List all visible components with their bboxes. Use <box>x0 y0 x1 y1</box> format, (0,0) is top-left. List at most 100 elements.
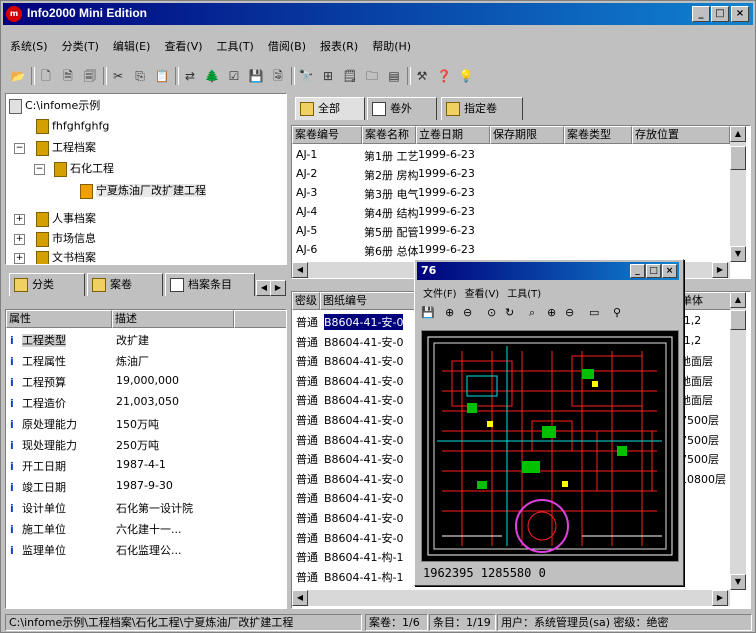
tab-specified-volume[interactable]: 指定卷 <box>441 97 523 120</box>
volume-cell[interactable]: 第4册 结构 <box>364 205 419 221</box>
drawing-cell[interactable]: 7500层 <box>680 451 719 467</box>
drawing-cell[interactable]: 地面层 <box>680 373 713 389</box>
column-header-retention[interactable]: 保存期限 <box>490 126 564 144</box>
drawing-cell[interactable]: 普通 <box>296 353 318 369</box>
volume-cell[interactable]: 1999-6-23 <box>418 205 475 218</box>
scroll-thumb[interactable] <box>730 146 746 170</box>
attribute-name[interactable]: i 监理单位 <box>10 542 66 558</box>
volume-cell[interactable]: 1999-6-23 <box>418 186 475 199</box>
column-header-location[interactable]: 存放位置 <box>632 126 730 144</box>
tree-item-ningxia[interactable]: 宁夏炼油厂改扩建工程 <box>80 182 206 199</box>
drawing-cell[interactable]: B8604-41-安-0 <box>324 451 403 467</box>
folder-icon[interactable]: 🗀 <box>363 67 381 85</box>
tree-root[interactable]: C:\infome示例 <box>9 97 100 114</box>
attribute-value[interactable]: 250万吨 <box>116 437 276 453</box>
print-preview-icon[interactable]: 🗟 <box>269 67 287 85</box>
volume-cell[interactable]: AJ-5 <box>296 224 317 237</box>
column-header-security[interactable]: 密级 <box>292 292 320 310</box>
attribute-name[interactable]: i 设计单位 <box>10 500 66 516</box>
attribute-value[interactable]: 1987-9-30 <box>116 479 276 492</box>
scroll-up-button[interactable]: ▲ <box>730 292 746 308</box>
attribute-name[interactable]: i 施工单位 <box>10 521 66 537</box>
tab-all[interactable]: 全部 <box>295 97 365 120</box>
viewer-close-button[interactable]: × <box>662 264 677 278</box>
drawing-cell[interactable]: 地面层 <box>680 353 713 369</box>
drawing-cell[interactable]: 地面层 <box>680 392 713 408</box>
menu-tools[interactable]: 工具(T) <box>210 36 261 56</box>
expand-toggle[interactable]: + <box>14 253 25 264</box>
column-header-attr[interactable]: 属性 <box>6 310 112 328</box>
viewer-menu-view[interactable]: 查看(V) <box>461 284 504 301</box>
scroll-left-button[interactable]: ◀ <box>292 262 308 278</box>
attribute-name[interactable]: i 开工日期 <box>10 458 66 474</box>
drawing-cell[interactable]: B8604-41-构-1 <box>324 569 403 585</box>
title-bar[interactable]: m Info2000 Mini Edition _ □ × <box>3 3 753 25</box>
tab-outside-volume[interactable]: 卷外 <box>367 97 437 120</box>
drawing-cell[interactable]: B8604-41-安-0 <box>324 392 403 408</box>
volume-cell[interactable]: 第6册 总体 <box>364 243 419 259</box>
tab-category[interactable]: 分类 <box>9 273 85 296</box>
drawing-cell[interactable]: B8604-41-安-0 <box>324 334 403 350</box>
scroll-down-button[interactable]: ▼ <box>730 246 746 262</box>
properties-icon[interactable]: 🗒 <box>341 67 359 85</box>
menu-report[interactable]: 报表(R) <box>313 36 365 56</box>
drawing-viewer-window[interactable]: 76 _ □ × 文件(F) 查看(V) 工具(T) 💾 ⊕ ⊖ ⊙ ↻ ⌕ ⊕ ⊖ ▭… <box>414 259 684 586</box>
attribute-value[interactable]: 21,003,050 <box>116 395 276 408</box>
drawing-cell[interactable]: 7500层 <box>680 412 719 428</box>
attribute-name[interactable]: i 竣工日期 <box>10 479 66 495</box>
drawing-cell[interactable]: 普通 <box>296 373 318 389</box>
paste-icon[interactable]: 📋 <box>153 67 171 85</box>
zoom-in-icon[interactable]: ⊕ <box>445 306 454 319</box>
volume-cell[interactable]: AJ-6 <box>296 243 317 256</box>
column-header-volume-no[interactable]: 案卷编号 <box>292 126 362 144</box>
drawing-vertical-scrollbar[interactable]: ▲ ▼ <box>730 292 746 590</box>
volume-cell[interactable]: 1999-6-23 <box>418 224 475 237</box>
scroll-up-button[interactable]: ▲ <box>730 126 746 142</box>
menu-help[interactable]: 帮助(H) <box>365 36 418 56</box>
drawing-cell[interactable]: 普通 <box>296 569 318 585</box>
open-folder-icon[interactable]: 📂 <box>9 67 27 85</box>
attribute-value[interactable]: 炼油厂 <box>116 353 276 369</box>
cut-icon[interactable]: ✂ <box>109 67 127 85</box>
volume-cell[interactable]: 第1册 工艺 <box>364 148 419 164</box>
magnify-icon[interactable]: ⚲ <box>613 306 621 319</box>
document-icon[interactable]: 🗎 <box>59 67 77 85</box>
close-button[interactable]: × <box>731 6 749 22</box>
volume-cell[interactable]: AJ-2 <box>296 167 317 180</box>
tree-item-engineering[interactable]: 工程档案 <box>36 139 96 156</box>
attribute-value[interactable]: 六化建十一... <box>116 521 276 537</box>
attribute-value[interactable]: 1987-4-1 <box>116 458 276 471</box>
expand-toggle[interactable]: + <box>14 214 25 225</box>
drawing-cell[interactable]: B8604-41-安-0 <box>324 530 403 546</box>
app-icon[interactable]: m <box>6 6 22 22</box>
viewer-menu-tools[interactable]: 工具(T) <box>503 284 545 301</box>
expand-toggle[interactable]: + <box>14 234 25 245</box>
column-header-volume-type[interactable]: 案卷类型 <box>564 126 632 144</box>
drawing-cell[interactable]: B8604-41-安-0 <box>324 432 403 448</box>
attribute-value[interactable]: 石化第一设计院 <box>116 500 276 516</box>
find-icon[interactable]: 🔭 <box>297 67 315 85</box>
menu-category[interactable]: 分类(T) <box>55 36 106 56</box>
hierarchy-icon[interactable]: ⊞ <box>319 67 337 85</box>
volume-cell[interactable]: 第3册 电气 <box>364 186 419 202</box>
zoom-out-icon[interactable]: ⊖ <box>463 306 472 319</box>
viewer-menu-file[interactable]: 文件(F) <box>419 284 461 301</box>
drawing-cell[interactable]: B8604-41-构-1 <box>324 549 403 565</box>
drawing-cell[interactable]: 普通 <box>296 530 318 546</box>
help-icon[interactable]: ❓ <box>435 67 453 85</box>
category-tree[interactable]: C:\infome示例 fhfghfghfg − 工程档案 − 石化工程 宁夏炼… <box>5 93 287 265</box>
volume-cell[interactable]: AJ-4 <box>296 205 317 218</box>
drawing-cell[interactable]: B8604-41-安-0 <box>324 314 404 330</box>
scroll-right-button[interactable]: ▶ <box>712 262 728 278</box>
attribute-name[interactable]: i 工程造价 <box>10 395 66 411</box>
attribute-name[interactable]: i 工程预算 <box>10 374 66 390</box>
drawing-cell[interactable]: B8604-41-安-0 <box>324 471 403 487</box>
attribute-value[interactable]: 150万吨 <box>116 416 276 432</box>
tree-item-petrochem[interactable]: 石化工程 <box>54 160 114 177</box>
menu-borrow[interactable]: 借阅(B) <box>261 36 313 56</box>
hint-icon[interactable]: 💡 <box>457 67 475 85</box>
attribute-name[interactable]: i 工程属性 <box>10 353 66 369</box>
tools-icon[interactable]: ⚒ <box>413 67 431 85</box>
new-document-icon[interactable]: 🗋 <box>37 67 55 85</box>
attribute-name[interactable]: i 工程类型 <box>10 332 66 348</box>
